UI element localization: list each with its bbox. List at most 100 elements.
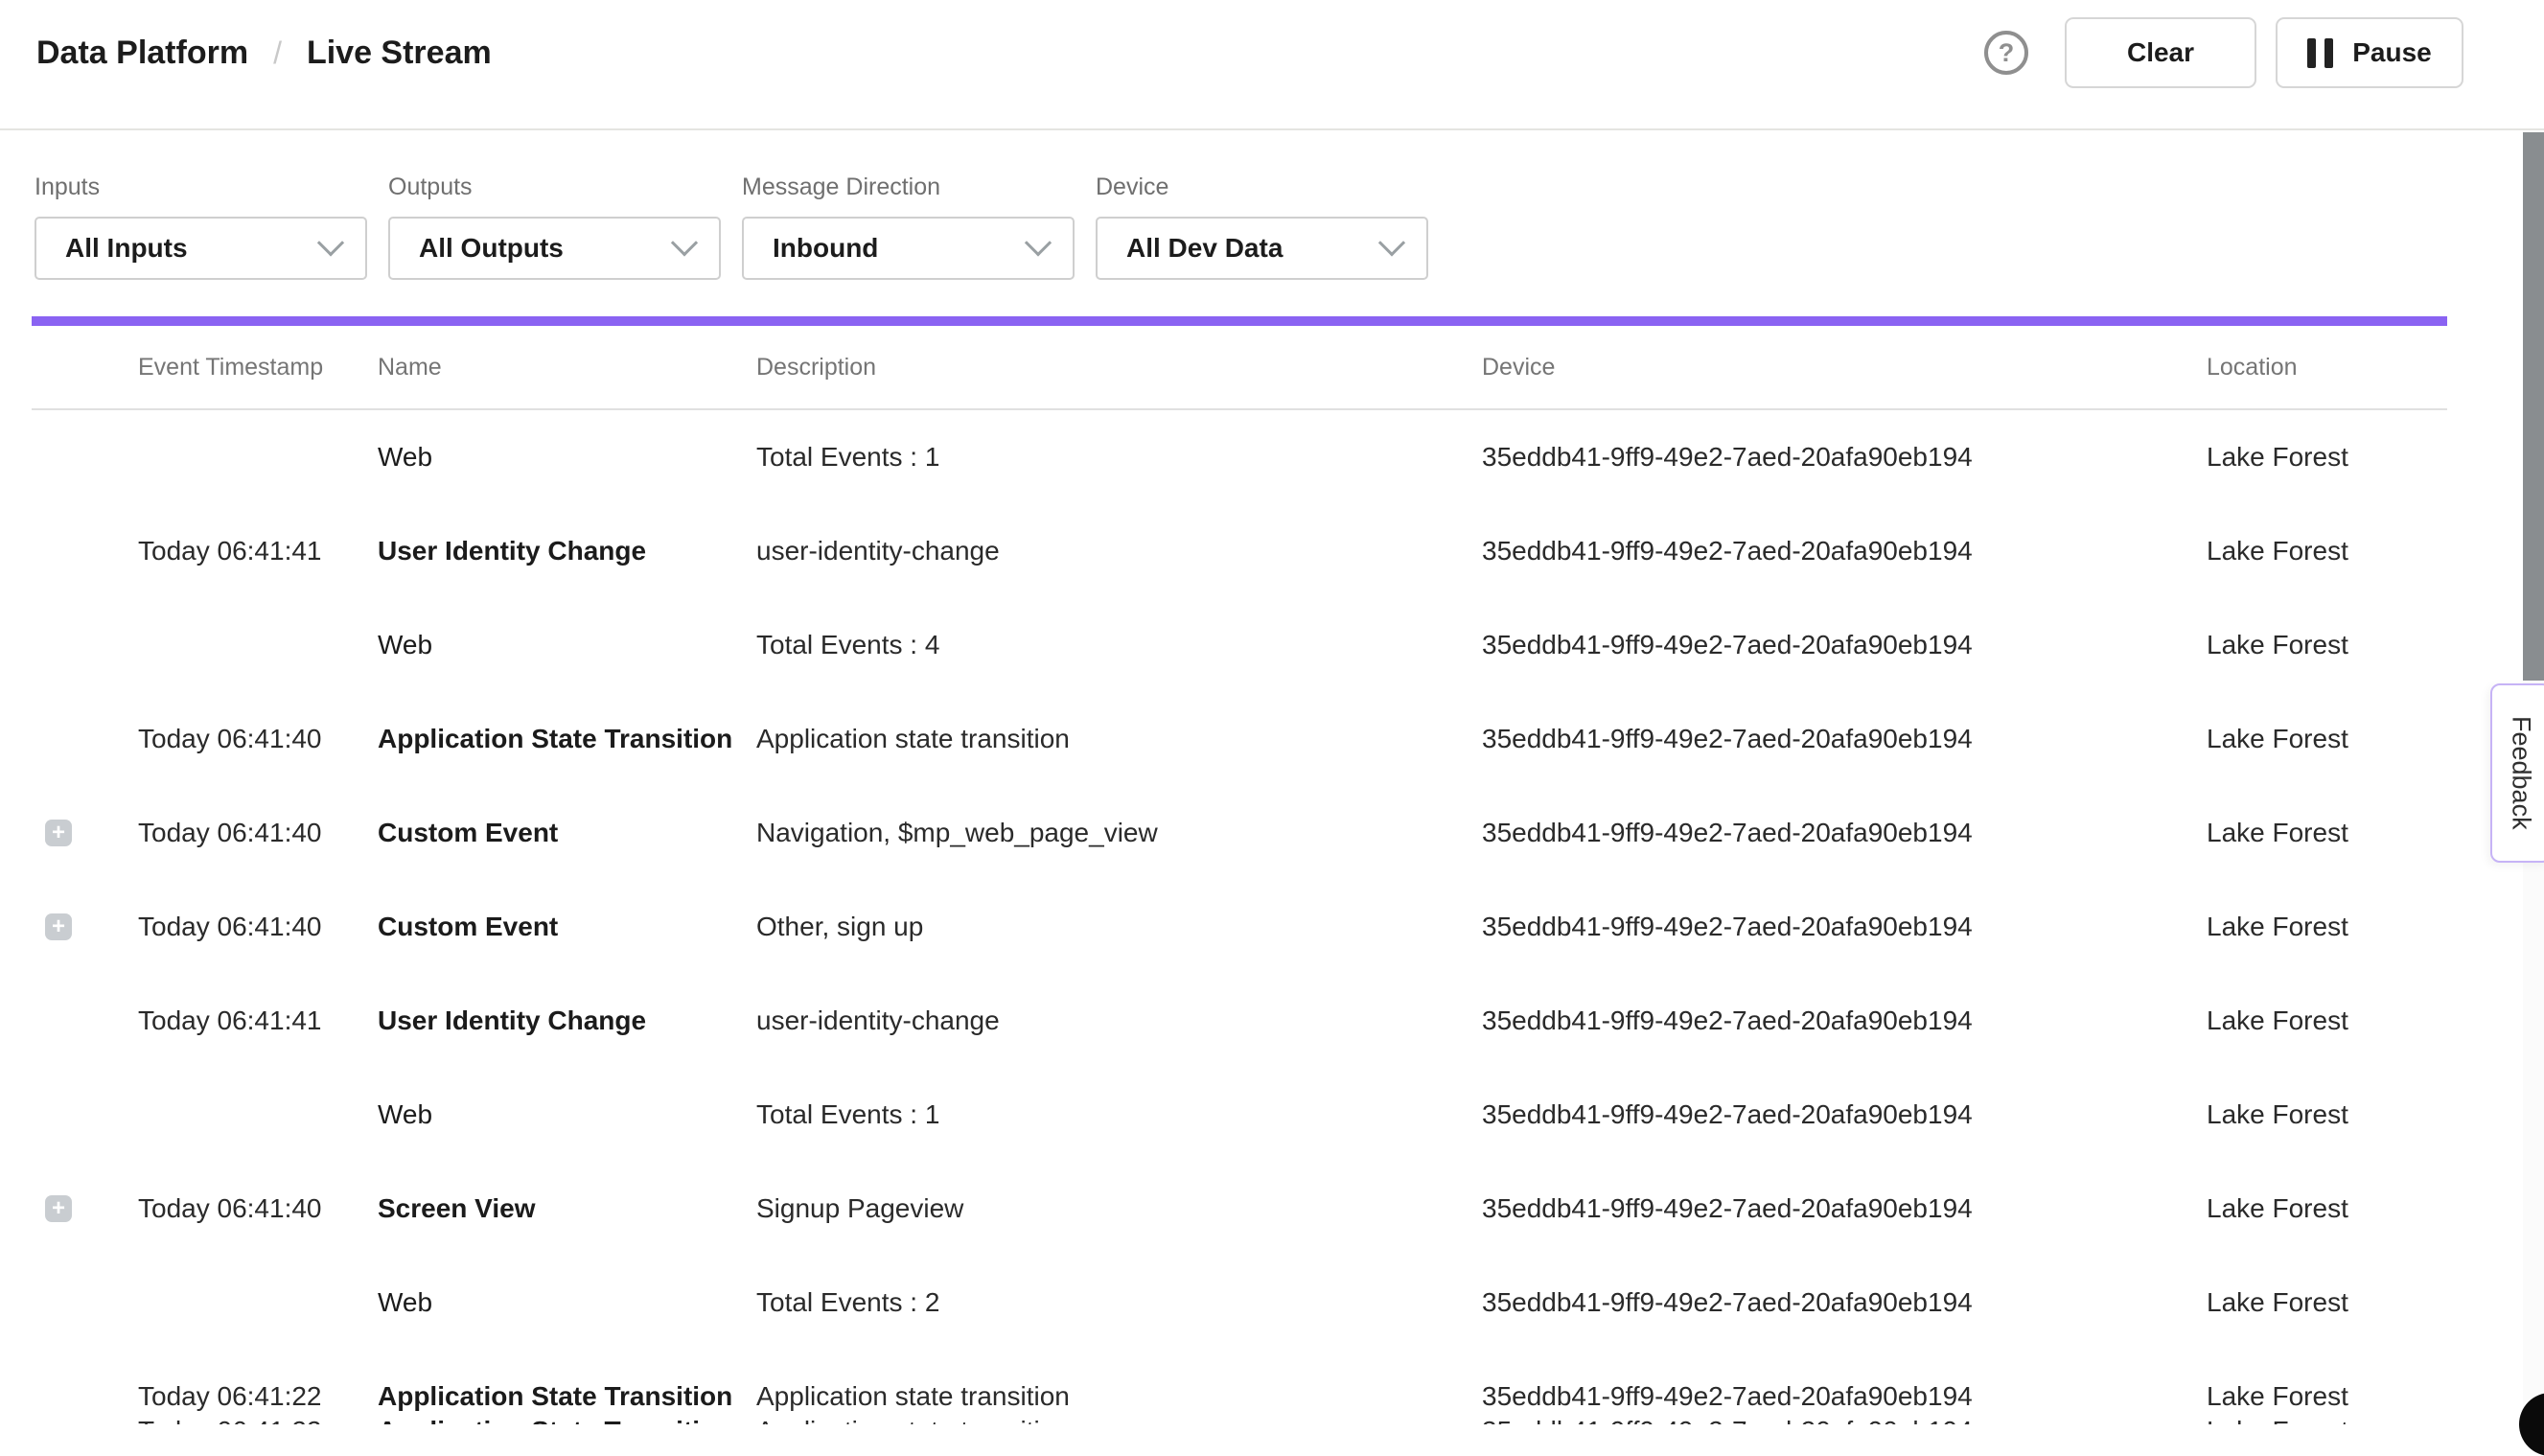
- column-header-description: Description: [756, 354, 1482, 381]
- column-header-device: Device: [1482, 354, 2207, 381]
- feedback-tab-label: Feedback: [2507, 716, 2536, 830]
- partial-bottom-row: Today 06:41:22 Application State Transit…: [32, 1417, 2447, 1424]
- cell-name: Application State Transition: [378, 724, 756, 754]
- outputs-dropdown-value: All Outputs: [419, 233, 564, 264]
- cell-description: Total Events : 4: [756, 630, 1482, 660]
- question-circle-icon[interactable]: ?: [1984, 31, 2028, 75]
- cell-event-timestamp: Today 06:41:40: [138, 1193, 378, 1224]
- expand-row-button[interactable]: +: [45, 913, 72, 940]
- chevron-down-icon: [317, 229, 344, 256]
- header-actions: ? Clear Pause: [1984, 17, 2463, 88]
- filter-group-device: Device All Dev Data: [1096, 173, 1428, 280]
- cell-name: Application State Transition: [378, 1381, 756, 1412]
- cell-location: Lake Forest: [2207, 1005, 2447, 1036]
- column-header-event-timestamp: Event Timestamp: [138, 354, 378, 381]
- cell-event-timestamp: Today 06:41:22: [138, 1417, 378, 1424]
- message-direction-dropdown[interactable]: Inbound: [742, 217, 1075, 280]
- cell-name: Web: [378, 442, 756, 473]
- cell-name: Screen View: [378, 1193, 756, 1224]
- table-row[interactable]: + Today 06:41:40 Custom Event Navigation…: [32, 786, 2447, 880]
- feedback-tab[interactable]: Feedback: [2490, 683, 2544, 863]
- cell-location: Lake Forest: [2207, 1193, 2447, 1224]
- expand-row-button[interactable]: +: [45, 1195, 72, 1222]
- inputs-dropdown[interactable]: All Inputs: [35, 217, 367, 280]
- cell-device: 35eddb41-9ff9-49e2-7aed-20afa90eb194: [1482, 724, 2207, 754]
- cell-device: 35eddb41-9ff9-49e2-7aed-20afa90eb194: [1482, 912, 2207, 942]
- cell-name: User Identity Change: [378, 1005, 756, 1036]
- cell-device: 35eddb41-9ff9-49e2-7aed-20afa90eb194: [1482, 630, 2207, 660]
- table-row[interactable]: + Today 06:41:40 Screen View Signup Page…: [32, 1162, 2447, 1256]
- clear-button[interactable]: Clear: [2065, 17, 2256, 88]
- table-row[interactable]: Web Total Events : 1 35eddb41-9ff9-49e2-…: [32, 410, 2447, 504]
- table-header-row: Event Timestamp Name Description Device …: [32, 326, 2447, 410]
- plus-icon: +: [52, 914, 65, 939]
- cell-device: 35eddb41-9ff9-49e2-7aed-20afa90eb194: [1482, 1005, 2207, 1036]
- cell-description: Total Events : 2: [756, 1287, 1482, 1318]
- cell-description: Application state transition: [756, 1381, 1482, 1412]
- cell-event-timestamp: Today 06:41:41: [138, 1005, 378, 1036]
- cell-description: Application state transition: [756, 724, 1482, 754]
- table-body: Web Total Events : 1 35eddb41-9ff9-49e2-…: [32, 410, 2447, 1444]
- inputs-dropdown-value: All Inputs: [65, 233, 188, 264]
- cell-name: Web: [378, 630, 756, 660]
- cell-name: Web: [378, 1099, 756, 1130]
- filters-bar: Inputs All Inputs Outputs All Outputs Me…: [0, 130, 2544, 280]
- cell-name: Custom Event: [378, 912, 756, 942]
- cell-location: Lake Forest: [2207, 630, 2447, 660]
- cell-event-timestamp: Today 06:41:40: [138, 818, 378, 848]
- expand-row-button[interactable]: +: [45, 820, 72, 846]
- filter-label-device: Device: [1096, 173, 1428, 201]
- plus-icon: +: [52, 820, 65, 845]
- accent-bar: [32, 316, 2447, 326]
- outputs-dropdown[interactable]: All Outputs: [388, 217, 721, 280]
- breadcrumb-section[interactable]: Data Platform: [36, 35, 248, 72]
- message-direction-dropdown-value: Inbound: [773, 233, 878, 264]
- table-row[interactable]: Web Total Events : 4 35eddb41-9ff9-49e2-…: [32, 598, 2447, 692]
- cell-location: Lake Forest: [2207, 912, 2447, 942]
- cell-location: Lake Forest: [2207, 724, 2447, 754]
- breadcrumb: Data Platform / Live Stream: [36, 35, 492, 72]
- chevron-down-icon: [1025, 229, 1052, 256]
- cell-location: Lake Forest: [2207, 442, 2447, 473]
- filter-group-message-direction: Message Direction Inbound: [742, 173, 1075, 280]
- cell-description: user-identity-change: [756, 1005, 1482, 1036]
- cell-event-timestamp: Today 06:41:40: [138, 724, 378, 754]
- device-dropdown[interactable]: All Dev Data: [1096, 217, 1428, 280]
- cell-event-timestamp: Today 06:41:22: [138, 1381, 378, 1412]
- cell-event-timestamp: Today 06:41:40: [138, 912, 378, 942]
- table-row[interactable]: Web Total Events : 1 35eddb41-9ff9-49e2-…: [32, 1068, 2447, 1162]
- cell-location: Lake Forest: [2207, 1287, 2447, 1318]
- table-row[interactable]: Today 06:41:41 User Identity Change user…: [32, 504, 2447, 598]
- table-row[interactable]: Today 06:41:41 User Identity Change user…: [32, 974, 2447, 1068]
- filter-label-outputs: Outputs: [388, 173, 721, 201]
- filter-label-inputs: Inputs: [35, 173, 367, 201]
- cell-location: Lake Forest: [2207, 1099, 2447, 1130]
- scrollbar-thumb[interactable]: [2523, 132, 2544, 681]
- breadcrumb-page: Live Stream: [307, 35, 492, 72]
- cell-description: user-identity-change: [756, 536, 1482, 566]
- table-row[interactable]: Today 06:41:22 Application State Transit…: [32, 1350, 2447, 1444]
- cell-location: Lake Forest: [2207, 1417, 2447, 1424]
- table-row[interactable]: + Today 06:41:40 Custom Event Other, sig…: [32, 880, 2447, 974]
- live-stream-table: Event Timestamp Name Description Device …: [32, 326, 2447, 1444]
- cell-description: Application state transition: [756, 1417, 1482, 1424]
- pause-button-label: Pause: [2352, 37, 2432, 68]
- cell-device: 35eddb41-9ff9-49e2-7aed-20afa90eb194: [1482, 442, 2207, 473]
- cell-device: 35eddb41-9ff9-49e2-7aed-20afa90eb194: [1482, 1099, 2207, 1130]
- cell-description: Total Events : 1: [756, 1099, 1482, 1130]
- table-row[interactable]: Today 06:41:22 Application State Transit…: [32, 1417, 2447, 1424]
- pause-button[interactable]: Pause: [2276, 17, 2463, 88]
- chevron-down-icon: [1378, 229, 1405, 256]
- table-row[interactable]: Web Total Events : 2 35eddb41-9ff9-49e2-…: [32, 1256, 2447, 1350]
- chevron-down-icon: [671, 229, 698, 256]
- cell-description: Other, sign up: [756, 912, 1482, 942]
- cell-description: Total Events : 1: [756, 442, 1482, 473]
- cell-name: User Identity Change: [378, 536, 756, 566]
- table-row[interactable]: Today 06:41:40 Application State Transit…: [32, 692, 2447, 786]
- cell-name: Application State Transition: [378, 1417, 756, 1424]
- filter-group-outputs: Outputs All Outputs: [388, 173, 721, 280]
- filter-group-inputs: Inputs All Inputs: [35, 173, 367, 280]
- cell-device: 35eddb41-9ff9-49e2-7aed-20afa90eb194: [1482, 1287, 2207, 1318]
- plus-icon: +: [52, 1196, 65, 1221]
- cell-location: Lake Forest: [2207, 536, 2447, 566]
